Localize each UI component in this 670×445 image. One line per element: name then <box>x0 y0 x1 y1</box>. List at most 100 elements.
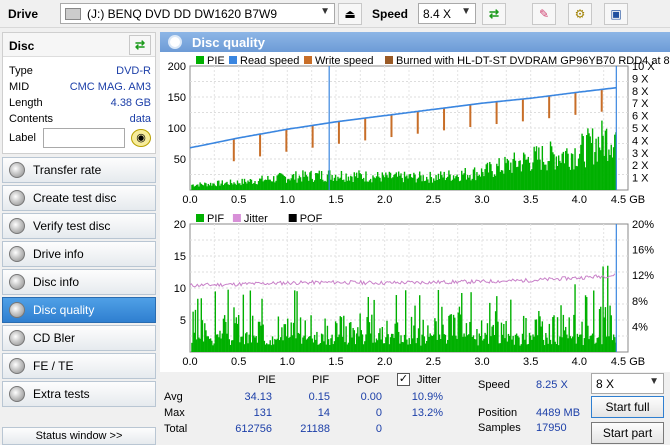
stat-max-pif: 14 <box>317 407 330 419</box>
x-tick-label: 4.0 <box>572 356 587 368</box>
position-label: Position <box>478 407 518 419</box>
nav-item-disc-info[interactable]: Disc info <box>2 269 156 295</box>
disc-type-key: Type <box>9 65 33 77</box>
disc-icon <box>9 358 25 374</box>
speed-select-value: 8.4 X <box>423 6 452 21</box>
stat-max-pie: 131 <box>253 407 272 419</box>
label-apply-button[interactable]: ◉ <box>131 129 151 147</box>
stat-header-jitter: Jitter <box>417 374 441 386</box>
y-right-tick-label: 5 X <box>632 123 649 135</box>
y-right-tick-label: 8% <box>632 296 648 308</box>
legend-label: POF <box>300 213 323 225</box>
stat-avg-jitter: 10.9% <box>411 391 443 403</box>
start-full-button[interactable]: Start full <box>591 396 664 418</box>
y-tick-label: 20 <box>174 219 186 231</box>
stat-header-pie: PIE <box>258 374 276 386</box>
x-tick-label: 2.0 <box>377 194 392 206</box>
legend-label: Read speed <box>240 55 299 67</box>
refresh-button[interactable]: ⇄ <box>482 3 506 25</box>
stat-row-label: Max <box>164 407 185 419</box>
y-tick-label: 5 <box>180 315 186 327</box>
y-tick-label: 15 <box>174 251 186 263</box>
drive-select[interactable]: (J:) BENQ DVD DD DW1620 B7W9 ▼ <box>60 3 335 24</box>
legend-label: PIE <box>207 55 225 67</box>
y-right-tick-label: 4 X <box>632 135 649 147</box>
nav-item-label: Verify test disc <box>33 219 111 233</box>
position-value: 4489 MB <box>536 407 581 419</box>
toolbar: Drive (J:) BENQ DVD DD DW1620 B7W9 ▼ ⏏ S… <box>0 0 670 28</box>
status-window-button[interactable]: Status window >> <box>2 427 156 445</box>
legend-label: Burned with HL-DT-ST DVDRAM GP96YB70 RDD… <box>396 55 670 67</box>
disc-icon: ◉ <box>136 132 146 144</box>
y-right-tick-label: 4% <box>632 321 648 333</box>
nav-item-fe-te[interactable]: FE / TE <box>2 353 156 379</box>
nav-item-extra-tests[interactable]: Extra tests <box>2 381 156 407</box>
nav-item-label: Transfer rate <box>33 163 102 177</box>
settings-button[interactable]: ⚙ <box>568 3 592 25</box>
stat-row-label: Total <box>164 423 188 435</box>
disc-contents-key: Contents <box>9 113 54 125</box>
save-button[interactable]: ▣ <box>604 3 628 25</box>
test-speed-select-value: 8 X <box>596 376 615 391</box>
y-tick-label: 150 <box>168 92 186 104</box>
speed-label: Speed <box>372 7 409 21</box>
y-tick-label: 100 <box>168 123 186 135</box>
panel-title: Disc quality <box>192 34 265 50</box>
disc-refresh-button[interactable]: ⇄ <box>129 35 151 55</box>
jitter-checkbox[interactable]: ✓ <box>397 373 410 386</box>
test-speed-select[interactable]: 8 X ▼ <box>591 373 664 394</box>
disc-length-key: Length <box>9 97 43 109</box>
stat-row-label: Avg <box>164 391 183 403</box>
nav-item-label: Drive info <box>33 247 84 261</box>
x-tick-label: 2.5 <box>426 356 441 368</box>
y-right-tick-label: 3 X <box>632 148 649 160</box>
nav-item-create-test-disc[interactable]: Create test disc <box>2 185 156 211</box>
legend-swatch <box>196 214 204 222</box>
eraser-icon: ✎ <box>538 7 550 21</box>
nav-item-disc-quality[interactable]: Disc quality <box>2 297 156 323</box>
nav-item-cd-bler[interactable]: CD Bler <box>2 325 156 351</box>
start-part-button[interactable]: Start part <box>591 422 664 444</box>
stat-total-pie: 612756 <box>235 423 272 435</box>
y-right-tick-label: 2 X <box>632 160 649 172</box>
legend-swatch <box>196 56 204 64</box>
chart1-frame: 0.0 0.5 1.0 1.5 2.0 2.5 3.0 3.5 4.0 4.5 GB 200 150 1… <box>160 52 670 212</box>
drive-icon <box>65 7 81 20</box>
stat-header-pof: POF <box>357 374 380 386</box>
disc-icon <box>9 246 25 262</box>
nav-item-drive-info[interactable]: Drive info <box>2 241 156 267</box>
y-right-tick-label: 1 X <box>632 173 649 185</box>
x-tick-label: 0.5 <box>231 194 246 206</box>
y-tick-label: 200 <box>168 61 186 73</box>
y-right-tick-label: 12% <box>632 270 654 282</box>
nav-item-transfer-rate[interactable]: Transfer rate <box>2 157 156 183</box>
x-tick-label: 3.0 <box>474 356 489 368</box>
refresh-icon: ⇄ <box>134 38 146 52</box>
erase-button[interactable]: ✎ <box>532 3 556 25</box>
x-tick-label: 3.5 <box>523 194 538 206</box>
y-right-tick-label: 7 X <box>632 98 649 110</box>
speed-readout-value: 8.25 X <box>536 379 568 391</box>
nav-item-verify-test-disc[interactable]: Verify test disc <box>2 213 156 239</box>
nav-item-label: FE / TE <box>33 359 74 373</box>
eject-button[interactable]: ⏏ <box>338 3 362 25</box>
x-tick-label: 0.5 <box>231 356 246 368</box>
legend-swatch <box>229 56 237 64</box>
y-right-tick-label: 20% <box>632 219 654 231</box>
x-tick-label: 2.5 <box>426 194 441 206</box>
nav-item-label: Disc info <box>33 275 80 289</box>
gear-icon: ⚙ <box>574 7 586 21</box>
disc-length-value: 4.38 GB <box>110 97 151 109</box>
disc-label-input[interactable] <box>43 128 125 148</box>
disc-type-value: DVD-R <box>116 65 151 77</box>
x-tick-label: 1.5 <box>328 194 343 206</box>
x-tick-label: 0.0 <box>182 356 197 368</box>
disc-icon <box>9 330 25 346</box>
x-tick-label: 4.5 GB <box>611 194 645 206</box>
legend-swatch <box>304 56 312 64</box>
nav-item-label: Extra tests <box>33 387 90 401</box>
nav-item-label: CD Bler <box>33 331 76 345</box>
x-tick-label: 3.5 <box>523 356 538 368</box>
speed-select[interactable]: 8.4 X ▼ <box>418 3 476 24</box>
stat-total-pif: 21188 <box>300 423 330 435</box>
